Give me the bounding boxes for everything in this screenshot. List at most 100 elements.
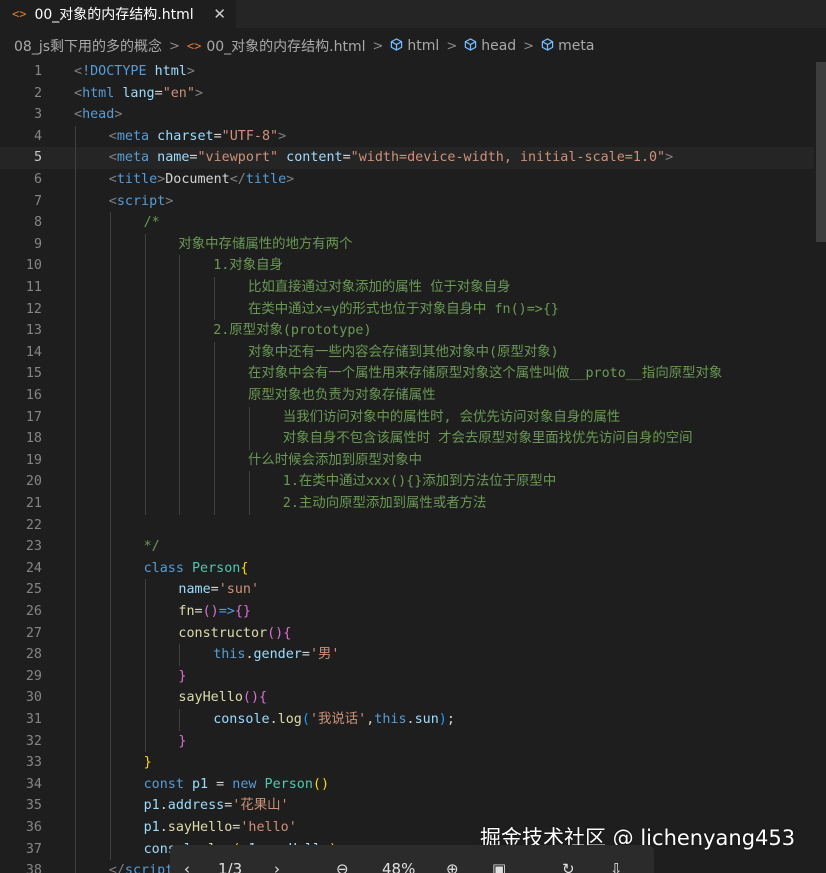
code-token: console xyxy=(213,712,270,727)
code-token: name xyxy=(178,582,211,598)
code-line[interactable]: 3 <head> xyxy=(0,104,826,126)
indent-guide xyxy=(109,773,111,796)
code-token: head xyxy=(82,107,115,123)
code-content: 对象中还有一些内容会存储到其他对象中(原型对象) xyxy=(248,342,559,364)
code-line[interactable]: 29} xyxy=(0,665,826,688)
code-line[interactable]: 24 class Person{ xyxy=(0,557,826,580)
code-line[interactable]: 17 当我们访问对象中的属性时, 会优先访问对象自身的属性 xyxy=(0,406,826,429)
indent-guide xyxy=(109,255,111,277)
code-line[interactable]: 8 /* xyxy=(0,212,826,234)
line-number: 19 xyxy=(25,452,42,468)
next-page-icon[interactable]: › xyxy=(274,859,280,873)
code-line[interactable]: 10 1.对象自身 xyxy=(0,255,826,277)
rotate-icon[interactable]: ↻ xyxy=(562,859,575,873)
code-content: } xyxy=(178,731,186,753)
line-number: 12 xyxy=(25,301,42,317)
code-line[interactable]: 31 console.log('我说话',this.sun); xyxy=(0,709,826,731)
code-line[interactable]: 35 p1.address='花果山' xyxy=(0,795,826,817)
code-line[interactable]: 9 对象中存储属性的地方有两个 xyxy=(0,233,826,256)
indent-guide xyxy=(75,622,76,645)
indent-guide xyxy=(109,730,111,753)
code-line[interactable]: 2 <html lang="en"> xyxy=(0,83,826,105)
indent-guide xyxy=(75,795,76,817)
code-token: new xyxy=(232,776,257,792)
code-token: 原型对象也负责为对象存储属性 xyxy=(248,388,436,403)
indent-guide xyxy=(109,471,111,493)
line-number: 28 xyxy=(25,647,42,663)
code-line[interactable]: 25 name='sun' xyxy=(0,579,826,601)
zoom-in-icon[interactable]: ⊕ xyxy=(446,859,459,873)
code-line[interactable]: 7 <script> xyxy=(0,190,826,213)
breadcrumb-folder[interactable]: 08_js剩下用的多的概念 xyxy=(14,36,162,56)
indent-guide xyxy=(109,665,111,688)
tab-title: 00_对象的内存结构.html xyxy=(34,7,194,23)
breadcrumb-html[interactable]: html xyxy=(407,38,439,54)
code-token: 1.对象自身 xyxy=(213,258,283,274)
breadcrumb-head[interactable]: head xyxy=(481,38,516,54)
code-line[interactable]: 26 fn=()=>{} xyxy=(0,601,826,623)
code-token: = xyxy=(213,128,222,144)
code-content: 当我们访问对象中的属性时, 会优先访问对象自身的属性 xyxy=(283,407,621,429)
code-line[interactable]: 28 this.gender='男' xyxy=(0,644,826,666)
code-line[interactable]: 34 const p1 = new Person() xyxy=(0,773,826,796)
code-token: script xyxy=(124,863,174,873)
code-token: meta xyxy=(116,150,150,166)
code-line[interactable]: 22 xyxy=(0,514,826,537)
code-line[interactable]: 18 对象自身不包含该属性时 才会去原型对象里面找优先访问自身的空间 xyxy=(0,428,826,450)
line-number: 4 xyxy=(33,128,42,144)
code-line[interactable]: 32} xyxy=(0,730,826,753)
code-line[interactable]: 6 <title>Document</title> xyxy=(0,169,826,191)
code-editor[interactable]: 1 <!DOCTYPE html> 2 <html lang="en"> 3 <head >… xyxy=(0,58,826,873)
code-line[interactable]: 15 在对象中会有一个属性用来存储原型对象这个属性叫做__proto__指向原型对… xyxy=(0,363,826,385)
indent-guide xyxy=(214,341,216,364)
download-icon[interactable]: ⇩ xyxy=(610,859,623,873)
chevron-right-icon: > xyxy=(446,38,458,54)
indent-guide xyxy=(109,579,111,601)
code-line[interactable]: 33} xyxy=(0,752,826,774)
code-line[interactable]: 21 2.主动向原型添加到属性或者方法 xyxy=(0,493,826,515)
code-line[interactable]: 4 <meta charset="UTF-8"> xyxy=(0,125,826,148)
breadcrumb-meta[interactable]: meta xyxy=(558,38,594,54)
code-line[interactable]: 13 2.原型对象(prototype) xyxy=(0,320,826,342)
indent-guide xyxy=(179,644,181,666)
code-token: () xyxy=(312,776,330,792)
code-token: () xyxy=(202,604,219,619)
line-number: 38 xyxy=(25,863,42,873)
chevron-right-icon: > xyxy=(372,38,384,54)
scrollbar-thumb[interactable] xyxy=(816,62,826,242)
code-line[interactable]: 30 sayHello(){ xyxy=(0,687,826,709)
prev-page-icon[interactable]: ‹ xyxy=(184,859,190,873)
code-token: = xyxy=(301,647,310,663)
code-token: = xyxy=(216,776,225,792)
fit-screen-icon[interactable]: ▣ xyxy=(492,859,506,873)
code-token: ; xyxy=(446,712,455,727)
code-token: < xyxy=(74,107,83,123)
code-token: > xyxy=(186,64,195,79)
code-content: this.gender='男' xyxy=(213,644,339,666)
code-line[interactable]: 23 */ xyxy=(0,536,826,558)
code-line[interactable]: 5 <meta name="viewport" content="width=de… xyxy=(0,147,826,169)
code-line[interactable]: 20 1.在类中通过xxx(){}添加到方法位于原型中 xyxy=(0,471,826,493)
code-token: !DOCTYPE xyxy=(82,64,147,79)
close-icon[interactable]: ✕ xyxy=(213,5,226,23)
code-line[interactable]: 1 <!DOCTYPE html> xyxy=(0,61,826,83)
indent-guide xyxy=(75,125,76,148)
tab-active-file[interactable]: <> 00_对象的内存结构.html ✕ xyxy=(0,0,236,28)
code-line[interactable]: 27 constructor(){ xyxy=(0,622,826,645)
code-line[interactable]: 16 原型对象也负责为对象存储属性 xyxy=(0,385,826,407)
code-token: => xyxy=(218,604,235,619)
code-line[interactable]: 19 什么时候会添加到原型对象中 xyxy=(0,449,826,472)
indent-guide xyxy=(109,601,111,623)
breadcrumb-file[interactable]: 00_对象的内存结构.html xyxy=(206,36,365,56)
line-number: 5 xyxy=(33,150,42,166)
indent-guide xyxy=(214,428,216,450)
code-token: this xyxy=(213,647,246,663)
code-line[interactable]: 14 对象中还有一些内容会存储到其他对象中(原型对象) xyxy=(0,341,826,364)
code-token: } xyxy=(178,668,187,684)
code-line[interactable]: 12 在类中通过x=y的形式也位于对象自身中 fn()=>{} xyxy=(0,298,826,321)
indent-guide xyxy=(249,406,250,429)
line-number: 3 xyxy=(33,107,42,123)
code-line[interactable]: 11 比如直接通过对象添加的属性 位于对象自身 xyxy=(0,277,826,299)
zoom-out-icon[interactable]: ⊖ xyxy=(336,859,349,873)
